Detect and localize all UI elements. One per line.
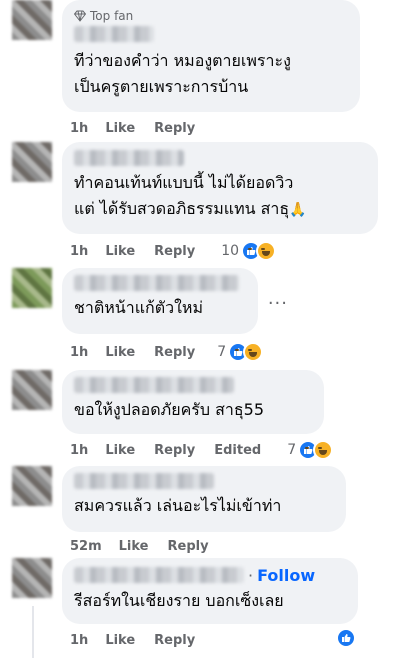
reaction-summary[interactable]: 7 bbox=[217, 342, 264, 362]
comment-actions: 1h Like Reply bbox=[70, 118, 214, 138]
comment-actions: 1h Like Reply 7 bbox=[70, 342, 264, 362]
timestamp[interactable]: 1h bbox=[70, 244, 88, 259]
reply-button[interactable]: Reply bbox=[154, 345, 195, 360]
comment-text-line: ทำคอนเท้นท์แบบนี้ ไม่ได้ยอดวิว bbox=[74, 173, 294, 192]
top-fan-badge: Top fan bbox=[74, 8, 348, 24]
like-button[interactable]: Like bbox=[105, 244, 135, 259]
edited-label[interactable]: Edited bbox=[214, 443, 261, 458]
comment-bubble: ขอให้งูปลอดภัยครับ สาธุ55 bbox=[62, 370, 324, 434]
reply-button[interactable]: Reply bbox=[168, 539, 209, 554]
comment-text-line: ทีว่าของคำว่า หมองูตายเพราะงู bbox=[74, 51, 291, 70]
comment-text-line: สมควรแล้ว เล่นอะไรไม่เข้าท่า bbox=[74, 496, 282, 515]
comment-actions: 1h Like Reply Edited 7 bbox=[70, 440, 334, 460]
author-name-blurred[interactable] bbox=[74, 473, 214, 489]
comment-bubble: สมควรแล้ว เล่นอะไรไม่เข้าท่า bbox=[62, 466, 346, 532]
reply-button[interactable]: Reply bbox=[154, 633, 195, 648]
haha-reaction-icon bbox=[235, 342, 264, 362]
reaction-count: 7 bbox=[217, 344, 227, 360]
comment-text-line: ชาติหน้าแก้ตัวใหม่ bbox=[74, 298, 203, 317]
reaction-count: 10 bbox=[221, 243, 240, 259]
reaction-count: 7 bbox=[287, 442, 297, 458]
avatar[interactable] bbox=[12, 268, 52, 308]
avatar[interactable] bbox=[12, 370, 52, 410]
avatar[interactable] bbox=[12, 0, 52, 40]
reaction-summary[interactable]: 7 bbox=[287, 440, 334, 460]
comment-text-line-wrap: แต่ ได้รับสวดอภิธรรมแทน สาธุ🙏 bbox=[74, 196, 366, 223]
comment-bubble: ทำคอนเท้นท์แบบนี้ ไม่ได้ยอดวิว แต่ ได้รั… bbox=[62, 142, 378, 234]
avatar[interactable] bbox=[12, 466, 52, 506]
like-button[interactable]: Like bbox=[105, 345, 135, 360]
diamond-icon bbox=[74, 10, 86, 22]
badge-label: Top fan bbox=[90, 9, 134, 23]
folded-hands-emoji: 🙏 bbox=[289, 202, 307, 218]
author-name-blurred[interactable] bbox=[74, 275, 239, 291]
comment-text-line: ขอให้งูปลอดภัยครับ สาธุ55 bbox=[74, 400, 265, 419]
timestamp[interactable]: 52m bbox=[70, 539, 102, 554]
author-name-blurred[interactable] bbox=[74, 150, 184, 166]
reply-button[interactable]: Reply bbox=[154, 244, 195, 259]
author-name-blurred[interactable] bbox=[74, 377, 234, 393]
avatar[interactable] bbox=[12, 142, 52, 182]
reply-button[interactable]: Reply bbox=[154, 443, 195, 458]
like-button[interactable]: Like bbox=[105, 443, 135, 458]
comment-bubble: · Follow รีสอร์ทในเชียงราย บอกเซ็งเลย bbox=[62, 558, 358, 624]
like-button[interactable]: Like bbox=[105, 121, 135, 136]
like-button[interactable]: Like bbox=[119, 539, 149, 554]
timestamp[interactable]: 1h bbox=[70, 443, 88, 458]
comment-bubble: ชาติหน้าแก้ตัวใหม่ bbox=[62, 268, 258, 334]
haha-reaction-icon bbox=[248, 241, 277, 261]
comment-actions: 1h Like Reply bbox=[70, 630, 214, 650]
comment-actions: 1h Like Reply 10 bbox=[70, 241, 277, 261]
follow-button[interactable]: Follow bbox=[257, 566, 315, 585]
thread-line bbox=[32, 606, 34, 658]
separator-dot: · bbox=[248, 565, 254, 585]
reaction-summary[interactable]: 10 bbox=[221, 241, 277, 261]
like-reaction-icon[interactable] bbox=[336, 628, 356, 648]
comment-bubble: Top fan ทีว่าของคำว่า หมองูตายเพราะงู เป… bbox=[62, 0, 360, 112]
comment-text-line: แต่ ได้รับสวดอภิธรรมแทน สาธุ bbox=[74, 199, 290, 218]
avatar[interactable] bbox=[12, 558, 52, 598]
comment-text-line: รีสอร์ทในเชียงราย บอกเซ็งเลย bbox=[74, 591, 284, 610]
comment-actions: 52m Like Reply bbox=[70, 536, 228, 556]
comment-text-line: เป็นครูตายเพราะการบ้าน bbox=[74, 77, 249, 96]
author-name-blurred[interactable] bbox=[74, 26, 154, 42]
more-options-button[interactable]: ... bbox=[268, 288, 288, 309]
timestamp[interactable]: 1h bbox=[70, 345, 88, 360]
author-name-blurred[interactable] bbox=[74, 567, 244, 583]
reply-button[interactable]: Reply bbox=[154, 121, 195, 136]
haha-reaction-icon bbox=[305, 440, 334, 460]
timestamp[interactable]: 1h bbox=[70, 121, 88, 136]
like-button[interactable]: Like bbox=[105, 633, 135, 648]
timestamp[interactable]: 1h bbox=[70, 633, 88, 648]
author-row: · Follow bbox=[74, 564, 346, 586]
